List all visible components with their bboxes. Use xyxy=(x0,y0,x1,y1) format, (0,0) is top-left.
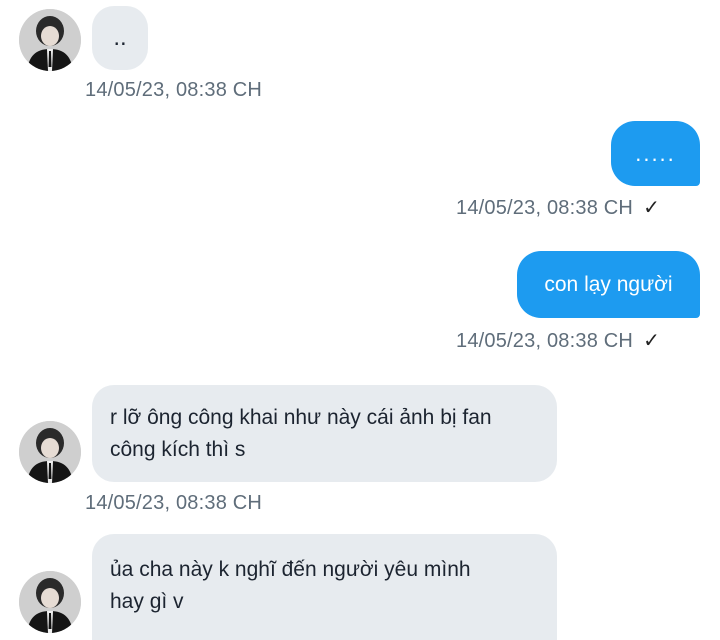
message-timestamp: 14/05/23, 08:38 CH xyxy=(85,79,263,101)
message-bubble-sent[interactable]: con lạy người xyxy=(517,251,700,318)
sender-avatar[interactable] xyxy=(19,421,81,483)
checkmark-icon: ✓ xyxy=(643,330,661,352)
avatar-image xyxy=(19,421,81,483)
message-bubble-sent[interactable]: ..... xyxy=(611,121,700,186)
message-text: .. xyxy=(113,24,127,51)
message-bubble-received[interactable]: .. xyxy=(92,6,148,70)
message-timestamp: 14/05/23, 08:38 CH ✓ xyxy=(456,330,661,352)
checkmark-icon: ✓ xyxy=(643,197,661,219)
message-text: con lạy người xyxy=(544,273,673,296)
message-text-line: r lỡ ông công khai như này cái ảnh bị fa… xyxy=(110,406,492,429)
message-bubble-received[interactable]: r lỡ ông công khai như này cái ảnh bị fa… xyxy=(92,385,557,482)
message-text-line: hay gì v xyxy=(110,590,184,613)
sender-avatar[interactable] xyxy=(19,9,81,71)
message-text-line: công kích thì s xyxy=(110,438,246,461)
message-timestamp: 14/05/23, 08:38 CH xyxy=(85,492,263,514)
message-text-line: ủa cha này k nghĩ đến người yêu mình xyxy=(110,558,471,581)
avatar-image xyxy=(19,9,81,71)
sender-avatar[interactable] xyxy=(19,571,81,633)
message-bubble-received[interactable]: ủa cha này k nghĩ đến người yêu mình hay… xyxy=(92,534,557,640)
avatar-image xyxy=(19,571,81,633)
message-text: ..... xyxy=(635,141,676,166)
message-timestamp: 14/05/23, 08:38 CH ✓ xyxy=(456,197,661,219)
